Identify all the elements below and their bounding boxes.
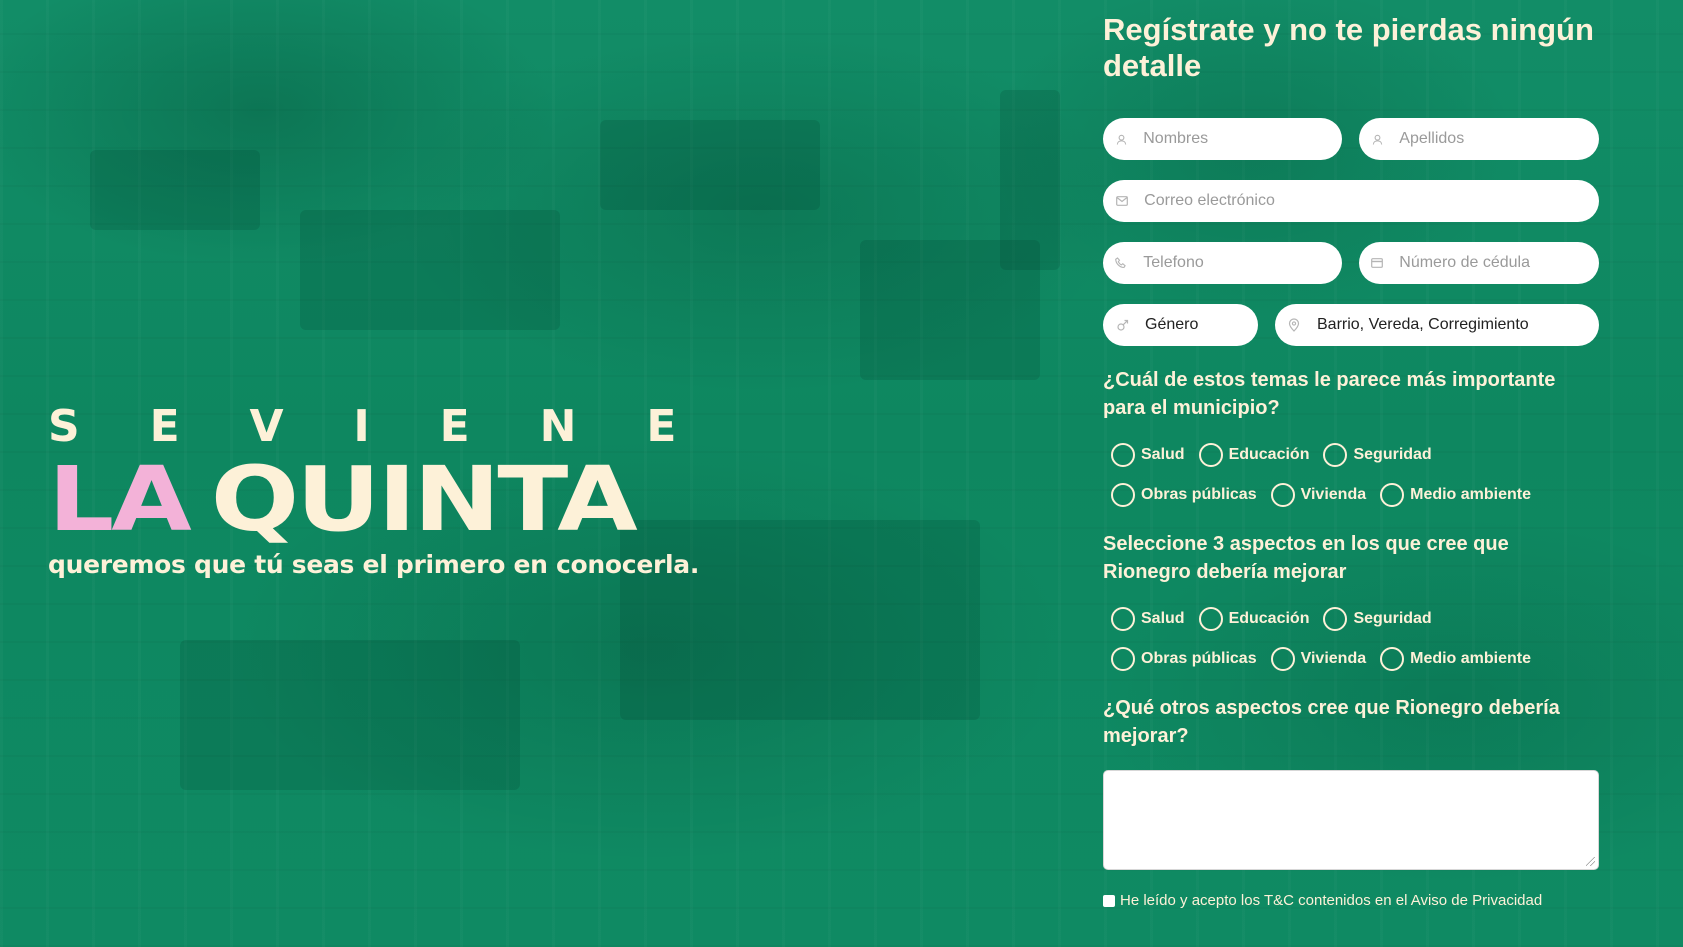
cedula-input[interactable] (1399, 254, 1599, 272)
location-pin-icon (1287, 318, 1301, 332)
q3-textarea[interactable] (1103, 770, 1599, 870)
correo-input[interactable] (1144, 192, 1599, 210)
radio-button[interactable] (1111, 607, 1135, 631)
option-label: Obras públicas (1141, 486, 1257, 503)
resize-grip-icon[interactable] (1586, 857, 1595, 866)
hero-title: LA QUINTA (48, 446, 748, 552)
option-label: Vivienda (1300, 486, 1367, 503)
q1-label: ¿Cuál de estos temas le parece más impor… (1103, 369, 1556, 419)
option-label: Obras públicas (1141, 650, 1257, 667)
option-label: Educación (1228, 610, 1310, 627)
radio-button[interactable] (1111, 647, 1135, 671)
q1-option[interactable]: Obras públicas (1111, 475, 1257, 515)
barrio-select[interactable]: Barrio, Vereda, Corregimiento (1275, 304, 1599, 346)
option-label: Seguridad (1353, 446, 1432, 463)
q1-options: Salud Educación Seguridad Obras públicas… (1103, 435, 1599, 515)
genero-label: Género (1145, 316, 1199, 333)
phone-icon (1115, 256, 1127, 270)
q2-options: Salud Educación Seguridad Obras públicas… (1103, 599, 1599, 679)
nombres-input[interactable] (1143, 130, 1342, 148)
envelope-icon (1115, 194, 1128, 208)
genero-select[interactable]: Género (1103, 304, 1258, 346)
terms-checkbox[interactable] (1103, 894, 1115, 907)
q1-option[interactable]: Salud (1111, 435, 1185, 475)
user-icon (1115, 132, 1127, 146)
q1-option[interactable]: Seguridad (1323, 435, 1432, 475)
hero-tagline: queremos que tú seas el primero en conoc… (48, 549, 700, 579)
radio-button[interactable] (1380, 483, 1405, 507)
radio-button[interactable] (1323, 443, 1348, 467)
correo-field[interactable] (1103, 180, 1599, 222)
option-label: Seguridad (1353, 610, 1432, 627)
q2-option[interactable]: Vivienda (1270, 639, 1367, 679)
nombres-field[interactable] (1103, 118, 1342, 160)
hero: S E V I E N E LA QUINTA queremos que tú … (48, 405, 748, 579)
phone-row (1103, 242, 1599, 284)
radio-button[interactable] (1111, 483, 1135, 507)
radio-button[interactable] (1323, 607, 1348, 631)
barrio-label: Barrio, Vereda, Corregimiento (1317, 316, 1529, 333)
radio-button[interactable] (1198, 443, 1223, 467)
option-label: Educación (1228, 446, 1310, 463)
q2-option[interactable]: Educación (1198, 599, 1310, 639)
id-card-icon (1371, 256, 1384, 270)
telefono-input[interactable] (1143, 254, 1342, 272)
hero-kicker: S E V I E N E (48, 401, 704, 452)
q2-option[interactable]: Salud (1111, 599, 1185, 639)
radio-button[interactable] (1198, 607, 1223, 631)
q2-option[interactable]: Obras públicas (1111, 639, 1257, 679)
q1-option[interactable]: Medio ambiente (1380, 475, 1531, 515)
form-title: Regístrate y no te pierdas ningún detall… (1103, 12, 1594, 83)
registration-form: Regístrate y no te pierdas ningún detall… (1103, 12, 1599, 909)
q1-option[interactable]: Educación (1198, 435, 1310, 475)
radio-button[interactable] (1111, 443, 1135, 467)
option-label: Medio ambiente (1410, 486, 1532, 503)
terms-label: He leído y acepto los T&C contenidos en … (1120, 892, 1543, 909)
option-label: Salud (1141, 446, 1185, 463)
gender-row: Género Barrio, Vereda, Corregimiento (1103, 304, 1599, 346)
radio-button[interactable] (1380, 647, 1405, 671)
q3-label: ¿Qué otros aspectos cree que Rionegro de… (1103, 697, 1560, 747)
gender-icon (1115, 318, 1129, 332)
name-row (1103, 118, 1599, 160)
apellidos-field[interactable] (1359, 118, 1599, 160)
option-label: Medio ambiente (1410, 650, 1532, 667)
terms-row: He leído y acepto los T&C contenidos en … (1103, 892, 1599, 909)
q2-option[interactable]: Seguridad (1323, 599, 1432, 639)
email-row (1103, 180, 1599, 222)
q1-option[interactable]: Vivienda (1270, 475, 1367, 515)
telefono-field[interactable] (1103, 242, 1342, 284)
cedula-field[interactable] (1359, 242, 1599, 284)
radio-button[interactable] (1270, 647, 1295, 671)
apellidos-input[interactable] (1399, 130, 1599, 148)
user-icon (1371, 132, 1383, 146)
radio-button[interactable] (1270, 483, 1295, 507)
hero-title-la: LA (48, 446, 192, 552)
q2-option[interactable]: Medio ambiente (1380, 639, 1531, 679)
option-label: Salud (1141, 610, 1185, 627)
option-label: Vivienda (1300, 650, 1367, 667)
hero-title-quinta: QUINTA (210, 446, 638, 552)
q2-label: Seleccione 3 aspectos en los que cree qu… (1103, 533, 1509, 583)
